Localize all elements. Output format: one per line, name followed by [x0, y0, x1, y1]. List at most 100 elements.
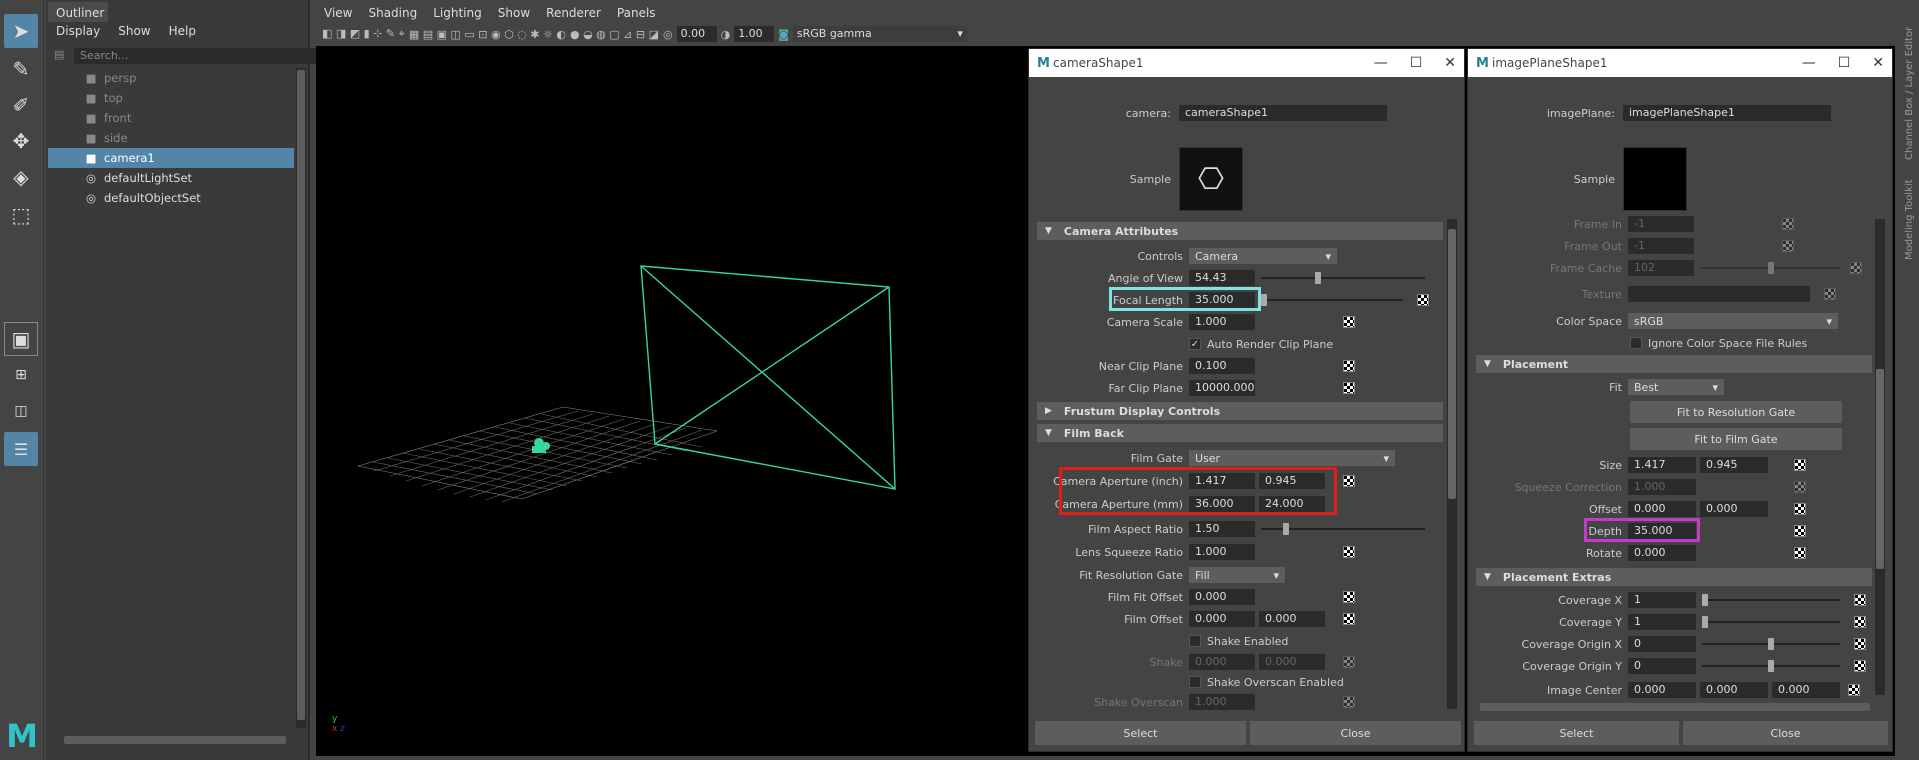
node-name-field[interactable]: cameraShape1: [1179, 105, 1387, 121]
map-button-icon[interactable]: [1854, 638, 1866, 650]
outliner-horizontal-scrollbar[interactable]: [64, 736, 286, 744]
map-button-icon[interactable]: [1794, 547, 1806, 559]
map-button-icon[interactable]: [1343, 546, 1355, 558]
scale-tool-icon[interactable]: ⬚: [4, 198, 38, 232]
minimize-icon[interactable]: —: [1802, 55, 1816, 71]
maximize-icon[interactable]: ☐: [1838, 55, 1851, 71]
color-management-icon[interactable]: ◙: [778, 28, 789, 41]
coverage-y-slider[interactable]: [1702, 616, 1840, 628]
gamma-field[interactable]: 1.00: [734, 26, 775, 42]
offset-x-field[interactable]: 0.000: [1628, 501, 1696, 517]
outliner-item-persp[interactable]: ■ persp: [48, 68, 294, 88]
camera-scale-field[interactable]: 1.000: [1189, 314, 1255, 330]
map-button-icon[interactable]: [1343, 316, 1355, 328]
modeling-toolkit-tab[interactable]: Modeling Toolkit: [1904, 170, 1915, 260]
menu-view[interactable]: View: [324, 6, 352, 24]
four-view-layout-icon[interactable]: ⊞: [4, 358, 38, 392]
image-center-z-field[interactable]: 0.000: [1772, 682, 1840, 698]
coverage-origin-x-field[interactable]: 0: [1628, 636, 1696, 652]
map-button-icon[interactable]: [1343, 613, 1355, 625]
map-button-icon[interactable]: [1854, 594, 1866, 606]
imageplane-horizontal-scrollbar[interactable]: [1480, 703, 1870, 711]
angle-of-view-field[interactable]: 54.43: [1189, 270, 1255, 286]
fit-to-resolution-gate-button[interactable]: Fit to Resolution Gate: [1630, 401, 1842, 423]
select-tool-icon[interactable]: ➤: [4, 14, 38, 48]
near-clip-field[interactable]: 0.100: [1189, 358, 1255, 374]
section-placement[interactable]: ▼ Placement: [1476, 355, 1872, 373]
map-button-icon[interactable]: [1848, 684, 1860, 696]
angle-of-view-slider[interactable]: [1261, 272, 1425, 284]
toolbar-camera-icons[interactable]: ◧ ◨ ◩ ▮ ⊹ ✎ ⌖: [322, 27, 405, 41]
outliner-tab[interactable]: Outliner: [48, 2, 108, 22]
coverage-origin-x-slider[interactable]: [1702, 638, 1840, 650]
menu-show[interactable]: Show: [498, 6, 530, 24]
film-fit-offset-field[interactable]: 0.000: [1189, 589, 1255, 605]
image-center-x-field[interactable]: 0.000: [1628, 682, 1696, 698]
section-placement-extras[interactable]: ▼ Placement Extras: [1476, 568, 1872, 586]
camera-window-scrollbar[interactable]: [1447, 219, 1457, 709]
outliner-layout-icon[interactable]: ☰: [4, 432, 38, 466]
menu-lighting[interactable]: Lighting: [433, 6, 482, 24]
map-button-icon[interactable]: [1794, 459, 1806, 471]
select-button[interactable]: Select: [1474, 721, 1679, 745]
lasso-tool-icon[interactable]: ✎: [4, 52, 38, 86]
select-button[interactable]: Select: [1035, 721, 1246, 745]
offset-y-field[interactable]: 0.000: [1700, 501, 1768, 517]
close-button[interactable]: Close: [1250, 721, 1461, 745]
far-clip-field[interactable]: 10000.000: [1189, 380, 1255, 396]
rotate-tool-icon[interactable]: ◈: [4, 160, 38, 194]
map-button-icon[interactable]: [1854, 660, 1866, 672]
shake-enabled-checkbox[interactable]: [1189, 635, 1201, 647]
menu-renderer[interactable]: Renderer: [546, 6, 601, 24]
paint-select-tool-icon[interactable]: ✐: [4, 88, 38, 122]
map-button-icon[interactable]: [1343, 475, 1355, 487]
size-y-field[interactable]: 0.945: [1700, 457, 1768, 473]
coverage-y-field[interactable]: 1: [1628, 614, 1696, 630]
menu-show[interactable]: Show: [118, 24, 150, 40]
single-view-layout-icon[interactable]: ▣: [4, 322, 38, 356]
film-offset-x-field[interactable]: 0.000: [1189, 611, 1255, 627]
section-frustum-display[interactable]: ▶ Frustum Display Controls: [1037, 402, 1443, 420]
close-icon[interactable]: ✕: [1444, 55, 1456, 71]
outliner-item-camera1[interactable]: ■ camera1: [48, 148, 294, 168]
menu-help[interactable]: Help: [169, 24, 196, 40]
outliner-search-input[interactable]: Search...: [74, 48, 350, 64]
coverage-x-field[interactable]: 1: [1628, 592, 1696, 608]
toolbar-isolate-icons[interactable]: ● ◒ ◍ ▢ ⊿ ⊟ ◪: [570, 28, 659, 41]
coverage-x-slider[interactable]: [1702, 594, 1840, 606]
film-aspect-field[interactable]: 1.50: [1189, 521, 1255, 537]
coverage-origin-y-field[interactable]: 0: [1628, 658, 1696, 674]
maximize-icon[interactable]: ☐: [1410, 55, 1423, 71]
two-view-layout-icon[interactable]: ◫: [4, 394, 38, 428]
toolbar-display-icons[interactable]: ▦ ▤ ▣ ◫ ▭ ⊡ ◉ ⬡ ◌ ✱ ☼ ◐: [409, 28, 566, 41]
film-aspect-slider[interactable]: [1261, 523, 1425, 535]
film-offset-y-field[interactable]: 0.000: [1259, 611, 1325, 627]
view-transform-dropdown[interactable]: sRGB gamma ▾: [792, 26, 967, 42]
coverage-origin-y-slider[interactable]: [1702, 660, 1840, 672]
outliner-item-side[interactable]: ■ side: [48, 128, 294, 148]
outliner-item-top[interactable]: ■ top: [48, 88, 294, 108]
map-button-icon[interactable]: [1417, 294, 1429, 306]
map-button-icon[interactable]: [1343, 591, 1355, 603]
move-tool-icon[interactable]: ✥: [4, 124, 38, 158]
menu-display[interactable]: Display: [56, 24, 100, 40]
map-button-icon[interactable]: [1343, 382, 1355, 394]
filter-icon[interactable]: ▤: [54, 48, 70, 64]
outliner-item-defaultlightset[interactable]: ◎ defaultLightSet: [48, 168, 294, 188]
outliner-item-defaultobjectset[interactable]: ◎ defaultObjectSet: [48, 188, 294, 208]
channel-box-tab[interactable]: Channel Box / Layer Editor: [1904, 20, 1915, 160]
fit-to-film-gate-button[interactable]: Fit to Film Gate: [1630, 428, 1842, 450]
auto-render-clip-checkbox[interactable]: ✓: [1189, 338, 1201, 350]
map-button-icon[interactable]: [1794, 525, 1806, 537]
close-icon[interactable]: ✕: [1872, 55, 1884, 71]
fit-dropdown[interactable]: Best ▾: [1628, 379, 1724, 395]
film-gate-dropdown[interactable]: User ▾: [1189, 450, 1395, 466]
close-button[interactable]: Close: [1683, 721, 1888, 745]
minimize-icon[interactable]: —: [1374, 55, 1388, 71]
fit-resolution-gate-dropdown[interactable]: Fill ▾: [1189, 567, 1285, 583]
color-space-dropdown[interactable]: sRGB ▾: [1628, 313, 1838, 329]
map-button-icon[interactable]: [1794, 503, 1806, 515]
map-button-icon[interactable]: [1343, 360, 1355, 372]
exposure-field[interactable]: 0.00: [676, 26, 717, 42]
size-x-field[interactable]: 1.417: [1628, 457, 1696, 473]
